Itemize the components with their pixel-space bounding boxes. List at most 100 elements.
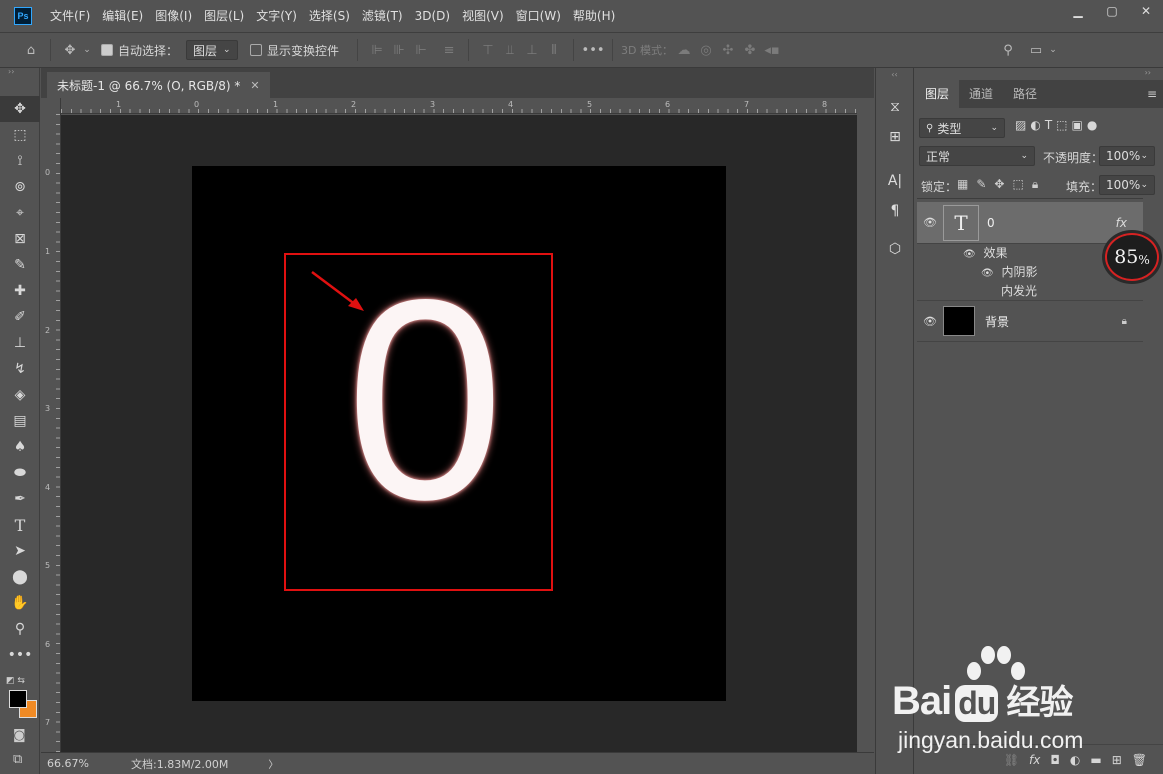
more-options-icon[interactable]: ••• (582, 39, 605, 61)
search-icon[interactable]: ⚲ (997, 39, 1019, 61)
3d-roll-icon[interactable]: ◎ (695, 39, 717, 61)
pen-tool-icon[interactable]: ✒ (0, 486, 40, 512)
effect-item[interactable]: 👁︎ 内阴影 (981, 263, 1038, 280)
tab-layers[interactable]: 图层 (915, 80, 960, 108)
3d-pan-icon[interactable]: ✣ (717, 39, 739, 61)
tab-paths[interactable]: 路径 (1003, 80, 1047, 108)
chevron-down-icon[interactable]: ⌄ (81, 39, 93, 61)
auto-select-target-dropdown[interactable]: 图层 ⌄ (186, 40, 239, 60)
lock-artboard-icon[interactable]: ⬚ (1012, 177, 1023, 192)
crop-tool-icon[interactable]: ⌖ (0, 200, 40, 226)
swap-colors-icon[interactable]: ◩ ⇆ (6, 676, 25, 686)
effects-group[interactable]: 👁︎ 效果 (963, 244, 1008, 261)
shape-filter-icon[interactable]: ⬚ (1056, 118, 1067, 132)
more-tools-icon[interactable]: ••• (0, 642, 40, 668)
visibility-eye-icon[interactable]: 👁︎ (917, 216, 943, 229)
distribute-v-icon[interactable]: ⫴ (543, 39, 565, 61)
menu-image[interactable]: 图像(I) (149, 0, 198, 32)
screen-mode-icon[interactable]: ⧉ (13, 752, 22, 767)
minimize-icon[interactable]: ▁ (1061, 0, 1095, 22)
document-tab[interactable]: 未标题-1 @ 66.7% (O, RGB/8) * ✕ (47, 72, 270, 98)
lock-all-icon[interactable]: 🔒︎ (1032, 177, 1038, 192)
properties-panel-icon[interactable]: ⊞ (876, 122, 914, 152)
collapse-icon[interactable]: ›› (1145, 68, 1151, 77)
dodge-tool-icon[interactable]: ⬬ (0, 460, 40, 486)
hand-tool-icon[interactable]: ✋ (0, 590, 40, 616)
zoom-tool-icon[interactable]: ⚲ (0, 616, 40, 642)
visibility-eye-icon[interactable]: 👁︎ (963, 249, 976, 260)
smart-object-filter-icon[interactable]: ▣ (1072, 118, 1083, 132)
align-bottom-icon[interactable]: ⊥ (521, 39, 543, 61)
vertical-scrollbar[interactable] (857, 98, 874, 752)
maximize-icon[interactable]: ▢ (1095, 0, 1129, 22)
quick-mask-icon[interactable]: ◙ (13, 728, 26, 743)
show-transform-checkbox[interactable] (250, 44, 263, 56)
brush-tool-icon[interactable]: ✐ (0, 304, 40, 330)
healing-brush-icon[interactable]: ✚ (0, 278, 40, 304)
history-brush-icon[interactable]: ↯ (0, 356, 40, 382)
3d-panel-icon[interactable]: ⬡ (876, 234, 914, 264)
menu-view[interactable]: 视图(V) (456, 0, 510, 32)
paragraph-panel-icon[interactable]: ¶ (876, 196, 914, 226)
collapse-icon[interactable]: ›› (0, 68, 39, 76)
align-center-h-icon[interactable]: ⊪ (388, 39, 410, 61)
opacity-input[interactable]: 100% ⌄ (1099, 146, 1155, 166)
path-select-icon[interactable]: ➤ (0, 538, 40, 564)
status-menu-arrow[interactable]: 〉 (268, 756, 278, 771)
lock-pixels-icon[interactable]: ✎ (976, 177, 986, 192)
align-middle-icon[interactable]: ⫫ (499, 39, 521, 61)
blend-mode-dropdown[interactable]: 正常 ⌄ (919, 146, 1035, 166)
home-icon[interactable]: ⌂ (20, 39, 42, 61)
lock-transparent-icon[interactable]: ▦ (957, 177, 968, 192)
adjustment-filter-icon[interactable]: ◐ (1030, 118, 1040, 132)
gradient-tool-icon[interactable]: ▤ (0, 408, 40, 434)
lock-position-icon[interactable]: ✥ (994, 177, 1004, 192)
clone-stamp-icon[interactable]: ⊥ (0, 330, 40, 356)
eraser-tool-icon[interactable]: ◈ (0, 382, 40, 408)
align-right-icon[interactable]: ⊩ (410, 39, 432, 61)
menu-edit[interactable]: 编辑(E) (96, 0, 149, 32)
menu-help[interactable]: 帮助(H) (567, 0, 621, 32)
close-tab-icon[interactable]: ✕ (250, 79, 259, 92)
distribute-h-icon[interactable]: ≡ (438, 39, 460, 61)
marquee-tool-icon[interactable]: ⬚ (0, 122, 40, 148)
effect-item[interactable]: 内发光 (1001, 282, 1037, 299)
layer-name[interactable]: 0 (987, 216, 995, 230)
menu-layer[interactable]: 图层(L) (198, 0, 250, 32)
blur-tool-icon[interactable]: ♠ (0, 434, 40, 460)
menu-type[interactable]: 文字(Y) (250, 0, 303, 32)
menu-window[interactable]: 窗口(W) (510, 0, 567, 32)
tab-channels[interactable]: 通道 (959, 80, 1003, 108)
panel-menu-icon[interactable]: ≡ (1147, 80, 1163, 108)
layer-row-text[interactable]: 👁︎ T 0 fx (917, 202, 1143, 244)
foreground-color-swatch[interactable] (9, 690, 27, 708)
layer-name[interactable]: 背景 (985, 313, 1009, 330)
ellipse-tool-icon[interactable]: ⬤ (0, 564, 40, 590)
history-panel-icon[interactable]: ⧖ (876, 92, 914, 122)
quick-select-tool-icon[interactable]: ⊚ (0, 174, 40, 200)
close-icon[interactable]: ✕ (1129, 0, 1163, 22)
move-tool-icon[interactable]: ✥ (59, 39, 81, 61)
fill-input[interactable]: 100% ⌄ (1099, 175, 1155, 195)
align-left-icon[interactable]: ⊫ (366, 39, 388, 61)
workspace-icon[interactable]: ▭ (1025, 39, 1047, 61)
3d-scale-icon[interactable]: ◂▪ (761, 39, 783, 61)
frame-tool-icon[interactable]: ⊠ (0, 226, 40, 252)
menu-select[interactable]: 选择(S) (303, 0, 356, 32)
zoom-level[interactable]: 66.67% (47, 757, 117, 770)
auto-select-checkbox[interactable] (101, 44, 113, 56)
menu-file[interactable]: 文件(F) (44, 0, 96, 32)
chevron-down-icon[interactable]: ⌄ (1047, 39, 1059, 61)
menu-3d[interactable]: 3D(D) (409, 0, 456, 32)
type-filter-icon[interactable]: T (1045, 118, 1052, 132)
lasso-tool-icon[interactable]: ⟟ (0, 148, 40, 174)
visibility-eye-icon[interactable]: 👁︎ (981, 268, 994, 279)
collapse-icon[interactable]: ‹‹ (876, 68, 913, 82)
3d-slide-icon[interactable]: ✤ (739, 39, 761, 61)
pixel-filter-icon[interactable]: ▨ (1015, 118, 1026, 132)
filter-toggle-icon[interactable]: ● (1087, 118, 1097, 132)
visibility-eye-icon[interactable]: 👁︎ (917, 315, 943, 328)
layer-row-background[interactable]: 👁︎ 背景 🔒︎ (917, 300, 1143, 342)
fx-icon[interactable]: fx (1116, 216, 1127, 230)
move-tool-icon[interactable]: ✥ (0, 96, 40, 122)
